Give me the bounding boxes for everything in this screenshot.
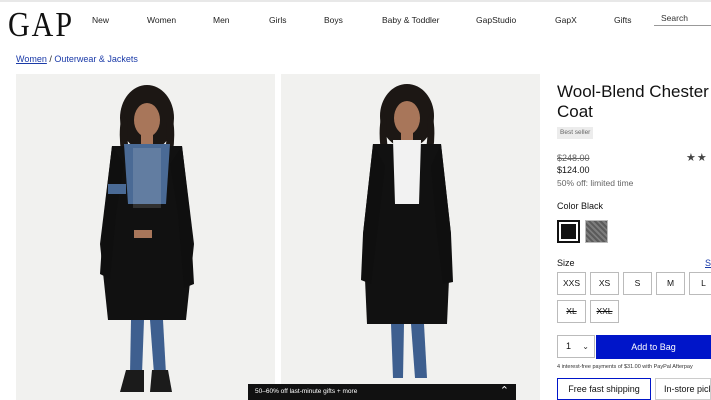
- discount-text: 50% off: limited time: [557, 178, 634, 188]
- size-button-xxl[interactable]: XXL: [590, 300, 619, 323]
- product-title: Wool-Blend Chester Coat: [557, 82, 711, 122]
- top-divider: [0, 0, 711, 2]
- add-to-bag-button[interactable]: Add to Bag: [596, 335, 711, 359]
- color-swatch-black[interactable]: [557, 220, 580, 243]
- size-button-s[interactable]: S: [623, 272, 652, 295]
- size-button-xxs[interactable]: XXS: [557, 272, 586, 295]
- breadcrumb: Women / Outerwear & Jackets: [16, 54, 138, 64]
- in-store-pickup-option[interactable]: In-store pick: [655, 378, 711, 400]
- quantity-select[interactable]: 1 ⌄: [557, 335, 595, 358]
- nav-item-gifts[interactable]: Gifts: [614, 15, 631, 25]
- swatch-fill-black: [561, 224, 576, 239]
- quantity-value: 1: [566, 341, 572, 351]
- product-title-line2: Coat: [557, 102, 593, 121]
- gap-logo[interactable]: GAP: [8, 6, 72, 45]
- color-label: Color Black: [557, 201, 604, 211]
- size-button-l[interactable]: L: [689, 272, 711, 295]
- size-guide-link[interactable]: S: [705, 258, 711, 268]
- promo-text: 50–60% off last-minute gifts + more: [255, 388, 358, 395]
- size-button-xs[interactable]: XS: [590, 272, 619, 295]
- breadcrumb-women-link[interactable]: Women: [16, 54, 47, 64]
- search-input[interactable]: Search: [654, 11, 711, 26]
- chevron-down-icon: ⌄: [582, 342, 589, 351]
- promo-banner[interactable]: 50–60% off last-minute gifts + more ⌃: [248, 384, 516, 400]
- nav-item-boys[interactable]: Boys: [324, 15, 343, 25]
- original-price: $248.00: [557, 153, 590, 163]
- product-image-1[interactable]: [16, 74, 275, 400]
- color-swatch-grey[interactable]: [585, 220, 608, 243]
- rating-stars[interactable]: ★★: [686, 151, 708, 164]
- nav-item-baby-toddler[interactable]: Baby & Toddler: [382, 15, 440, 25]
- breadcrumb-outerwear-link[interactable]: Outerwear & Jackets: [54, 54, 138, 64]
- size-button-m[interactable]: M: [656, 272, 685, 295]
- model-photo-illustration-2: [361, 84, 453, 378]
- nav-item-new[interactable]: New: [92, 15, 109, 25]
- size-button-xl[interactable]: XL: [557, 300, 586, 323]
- size-label: Size: [557, 258, 575, 268]
- nav-item-gapx[interactable]: GapX: [555, 15, 577, 25]
- product-title-line1: Wool-Blend Chester: [557, 82, 709, 101]
- best-seller-badge: Best seller: [557, 127, 594, 139]
- chevron-up-icon[interactable]: ⌃: [500, 383, 509, 399]
- product-image-2[interactable]: [281, 74, 540, 400]
- installments-text: 4 interest-free payments of $31.00 with …: [557, 364, 693, 370]
- nav-item-girls[interactable]: Girls: [269, 15, 286, 25]
- sale-price: $124.00: [557, 165, 590, 175]
- nav-item-men[interactable]: Men: [213, 15, 230, 25]
- fast-shipping-option[interactable]: Free fast shipping: [557, 378, 651, 400]
- nav-item-women[interactable]: Women: [147, 15, 176, 25]
- nav-item-gapstudio[interactable]: GapStudio: [476, 15, 516, 25]
- model-photo-illustration: [100, 85, 194, 392]
